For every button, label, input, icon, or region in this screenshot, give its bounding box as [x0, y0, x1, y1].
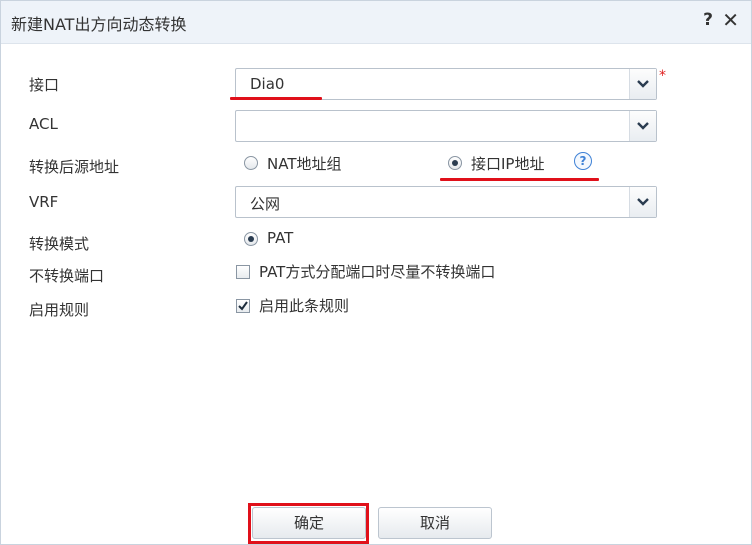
help-icon[interactable]: ?	[574, 152, 592, 170]
ok-button[interactable]: 确定	[252, 507, 366, 539]
no-port-option-label: PAT方式分配端口时尽量不转换端口	[259, 263, 496, 281]
no-port-label: 不转换端口	[29, 267, 105, 285]
dialog-titlebar: 新建NAT出方向动态转换 ? ✕	[1, 1, 751, 44]
enable-label: 启用规则	[29, 301, 90, 319]
chevron-down-icon[interactable]	[629, 69, 656, 99]
interface-select[interactable]: Dia0	[235, 68, 657, 100]
annotation-underline-source	[440, 178, 599, 181]
radio-interface-ip-label: 接口IP地址	[471, 155, 545, 173]
close-icon[interactable]: ✕	[722, 8, 739, 32]
vrf-label: VRF	[29, 193, 59, 211]
no-port-checkbox[interactable]	[236, 265, 250, 279]
enable-checkbox[interactable]	[236, 299, 250, 313]
annotation-underline-interface	[230, 97, 322, 100]
radio-nat-group[interactable]	[244, 156, 258, 170]
checkmark-icon	[238, 301, 248, 311]
radio-pat[interactable]	[244, 232, 258, 246]
enable-option-label: 启用此条规则	[259, 297, 350, 315]
acl-label: ACL	[29, 115, 58, 133]
required-mark: *	[659, 68, 666, 84]
radio-nat-group-label: NAT地址组	[267, 155, 342, 173]
vrf-value: 公网	[250, 195, 281, 213]
vrf-select[interactable]: 公网	[235, 186, 657, 218]
help-button[interactable]: ?	[703, 10, 713, 30]
chevron-down-icon[interactable]	[629, 187, 656, 217]
mode-label: 转换模式	[29, 235, 90, 253]
interface-label: 接口	[29, 76, 60, 94]
radio-interface-ip[interactable]	[448, 156, 462, 170]
dialog-title: 新建NAT出方向动态转换	[11, 15, 187, 34]
radio-pat-label: PAT	[267, 229, 294, 247]
interface-value: Dia0	[250, 75, 285, 93]
chevron-down-icon[interactable]	[629, 111, 656, 141]
cancel-button[interactable]: 取消	[378, 507, 492, 539]
acl-select[interactable]	[235, 110, 657, 142]
nat-dialog: 新建NAT出方向动态转换 ? ✕ 接口 Dia0 * ACL 转换后源地址 NA…	[0, 0, 752, 545]
source-addr-label: 转换后源地址	[29, 158, 120, 176]
